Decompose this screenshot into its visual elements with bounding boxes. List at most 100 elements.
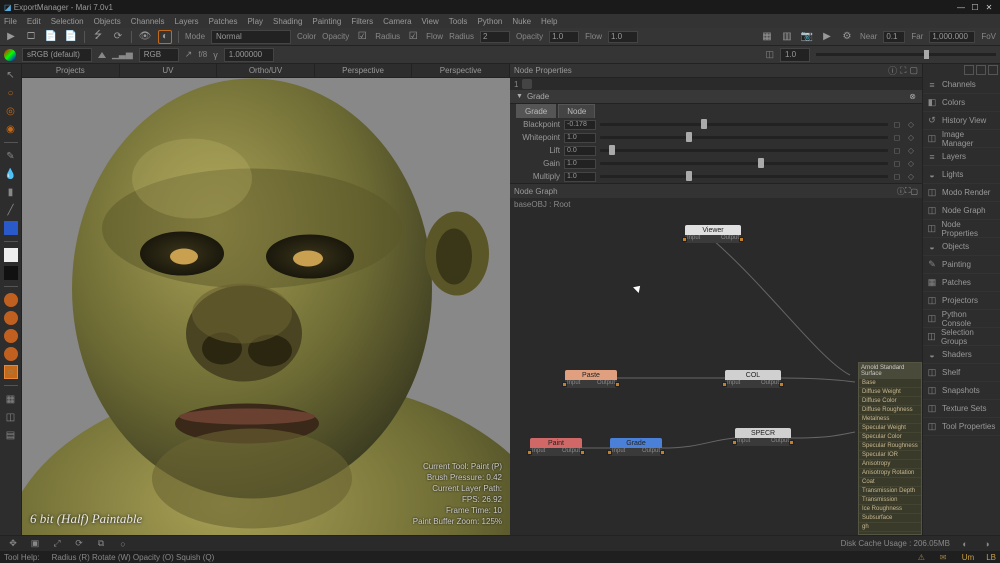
target-tool-icon[interactable]: ◎ bbox=[4, 104, 18, 118]
np-key-icon[interactable]: ◇ bbox=[906, 146, 916, 155]
brush-tool-icon[interactable]: ✎ bbox=[4, 149, 18, 163]
proj-icon[interactable]: ▣ bbox=[28, 537, 42, 551]
bolt-icon[interactable]: ⭍ bbox=[91, 30, 105, 44]
shader-slot[interactable]: Metalness bbox=[859, 415, 921, 424]
flow-tool-icon[interactable]: ◉ bbox=[4, 122, 18, 136]
np-tab-node[interactable]: Node bbox=[558, 104, 595, 118]
scale-icon[interactable]: ⤢ bbox=[50, 537, 64, 551]
far-field[interactable]: 1,000.000 bbox=[929, 31, 975, 43]
panel-tab-colors[interactable]: ◧Colors bbox=[923, 94, 1000, 112]
status-warn-icon[interactable]: ⚠ bbox=[918, 553, 928, 562]
flow2-field[interactable]: 1.0 bbox=[608, 31, 638, 43]
viewport-tab-4[interactable]: Perspective bbox=[412, 64, 510, 77]
panel-tab-selection-groups[interactable]: ◫Selection Groups bbox=[923, 328, 1000, 346]
np-key-icon[interactable]: ◇ bbox=[906, 159, 916, 168]
panel-tab-projectors[interactable]: ◫Projectors bbox=[923, 292, 1000, 310]
panel-tab-painting[interactable]: ✎Painting bbox=[923, 256, 1000, 274]
pointer-tool-icon[interactable]: ↖ bbox=[4, 68, 18, 82]
node-paste[interactable]: PasteInputOutput bbox=[565, 370, 617, 388]
mode-dropdown[interactable]: Normal bbox=[211, 30, 291, 44]
menu-tools[interactable]: Tools bbox=[449, 17, 468, 26]
shader-slot[interactable]: Anisotropy bbox=[859, 460, 921, 469]
shader-slot[interactable]: Specular Weight bbox=[859, 424, 921, 433]
colorspace-dropdown[interactable]: sRGB (default) bbox=[22, 48, 92, 62]
viewport-canvas[interactable]: Current Tool: Paint (P) Brush Pressure: … bbox=[22, 78, 510, 535]
menu-patches[interactable]: Patches bbox=[209, 17, 238, 26]
np-key-icon[interactable]: ◇ bbox=[906, 133, 916, 142]
shader-slot[interactable]: Diffuse Weight bbox=[859, 388, 921, 397]
np-key-icon[interactable]: ◇ bbox=[906, 120, 916, 129]
near-field[interactable]: 0.1 bbox=[883, 31, 905, 43]
np-lock-icon[interactable]: ◻ bbox=[892, 159, 902, 168]
exposure-icon[interactable]: ↗ bbox=[185, 49, 193, 60]
np-lock-icon[interactable]: ◻ bbox=[892, 172, 902, 181]
rotate-icon[interactable]: ⟳ bbox=[72, 537, 86, 551]
uv-tool-icon[interactable]: ▤ bbox=[4, 428, 18, 442]
menu-painting[interactable]: Painting bbox=[312, 17, 341, 26]
mat4-icon[interactable] bbox=[4, 347, 18, 361]
play2-icon[interactable]: ▶ bbox=[820, 30, 834, 44]
shader-slot[interactable]: Subsurface bbox=[859, 514, 921, 523]
menu-channels[interactable]: Channels bbox=[131, 17, 165, 26]
ng-close-icon[interactable]: ▢ bbox=[910, 187, 918, 196]
menu-file[interactable]: File bbox=[4, 17, 17, 26]
np-val-field[interactable]: 1.0 bbox=[564, 172, 596, 182]
shader-slot[interactable]: Specular Color bbox=[859, 433, 921, 442]
panel-tab-channels[interactable]: ≡Channels bbox=[923, 76, 1000, 94]
rp-layout1-icon[interactable] bbox=[964, 65, 974, 75]
panel-tab-shaders[interactable]: ◒Shaders bbox=[923, 346, 1000, 364]
menu-python[interactable]: Python bbox=[477, 17, 502, 26]
mat5-icon[interactable]: ○ bbox=[4, 365, 18, 379]
ng-info-icon[interactable]: ⓘ bbox=[897, 186, 905, 197]
alpha-field[interactable]: 1.0 bbox=[780, 48, 810, 62]
menu-nuke[interactable]: Nuke bbox=[512, 17, 531, 26]
select-tool-icon[interactable]: ○ bbox=[4, 86, 18, 100]
np-badge-icon[interactable] bbox=[522, 79, 532, 89]
shader-slot[interactable]: Base bbox=[859, 379, 921, 388]
np-slider[interactable] bbox=[600, 149, 888, 152]
panel-tab-node-graph[interactable]: ◫Node Graph bbox=[923, 202, 1000, 220]
menu-objects[interactable]: Objects bbox=[94, 17, 121, 26]
np-max-icon[interactable]: ⛶ bbox=[900, 65, 906, 76]
np-tab-grade[interactable]: Grade bbox=[516, 104, 556, 118]
tri-up-icon[interactable] bbox=[98, 52, 106, 58]
np-slider[interactable] bbox=[600, 162, 888, 165]
status-um[interactable]: Um bbox=[962, 553, 974, 562]
panel-tab-lights[interactable]: ◒Lights bbox=[923, 166, 1000, 184]
render-icon[interactable]: ⚙ bbox=[840, 30, 854, 44]
rp-layout2-icon[interactable] bbox=[976, 65, 986, 75]
file-icon[interactable]: 📄 bbox=[44, 30, 58, 44]
menu-help[interactable]: Help bbox=[541, 17, 557, 26]
radius-check-icon[interactable]: ☑ bbox=[406, 30, 420, 44]
np-slider[interactable] bbox=[600, 175, 888, 178]
np-lock-icon[interactable]: ◻ bbox=[892, 120, 902, 129]
fill-tool-icon[interactable]: ▮ bbox=[4, 185, 18, 199]
menu-view[interactable]: View bbox=[422, 17, 439, 26]
blue-swatch[interactable] bbox=[4, 221, 18, 235]
colorwheel-icon[interactable] bbox=[4, 49, 16, 61]
mat1-icon[interactable] bbox=[4, 293, 18, 307]
play-icon[interactable]: ▶ bbox=[4, 30, 18, 44]
node-viewer[interactable]: ViewerInputOutput bbox=[685, 225, 741, 243]
opacity2-field[interactable]: 1.0 bbox=[549, 31, 579, 43]
shader-slot[interactable]: Transmission bbox=[859, 496, 921, 505]
panel-tab-snapshots[interactable]: ◫Snapshots bbox=[923, 382, 1000, 400]
shader-slot[interactable]: Diffuse Roughness bbox=[859, 406, 921, 415]
black-swatch[interactable] bbox=[4, 266, 18, 280]
refresh-icon[interactable]: ⟳ bbox=[111, 30, 125, 44]
np-lock-icon[interactable]: ◻ bbox=[892, 146, 902, 155]
viewport-tab-2[interactable]: Ortho/UV bbox=[217, 64, 315, 77]
radius-field[interactable]: 2 bbox=[480, 31, 510, 43]
mat2-icon[interactable] bbox=[4, 311, 18, 325]
extra-icon[interactable]: ○ bbox=[116, 537, 130, 551]
new-icon[interactable]: 🞏 bbox=[24, 30, 38, 44]
shader-slot[interactable]: Specular IOR bbox=[859, 451, 921, 460]
shader-slot[interactable]: Specular Roughness bbox=[859, 442, 921, 451]
viewport-tab-1[interactable]: UV bbox=[120, 64, 218, 77]
grid-tool-icon[interactable]: ▦ bbox=[4, 392, 18, 406]
maximize-button[interactable]: ☐ bbox=[968, 3, 982, 12]
panel-tab-shelf[interactable]: ◫Shelf bbox=[923, 364, 1000, 382]
circle-icon[interactable]: ◐ bbox=[158, 30, 172, 44]
status-lb[interactable]: LB bbox=[986, 553, 996, 562]
perf1-icon[interactable]: ◐ bbox=[958, 537, 972, 551]
